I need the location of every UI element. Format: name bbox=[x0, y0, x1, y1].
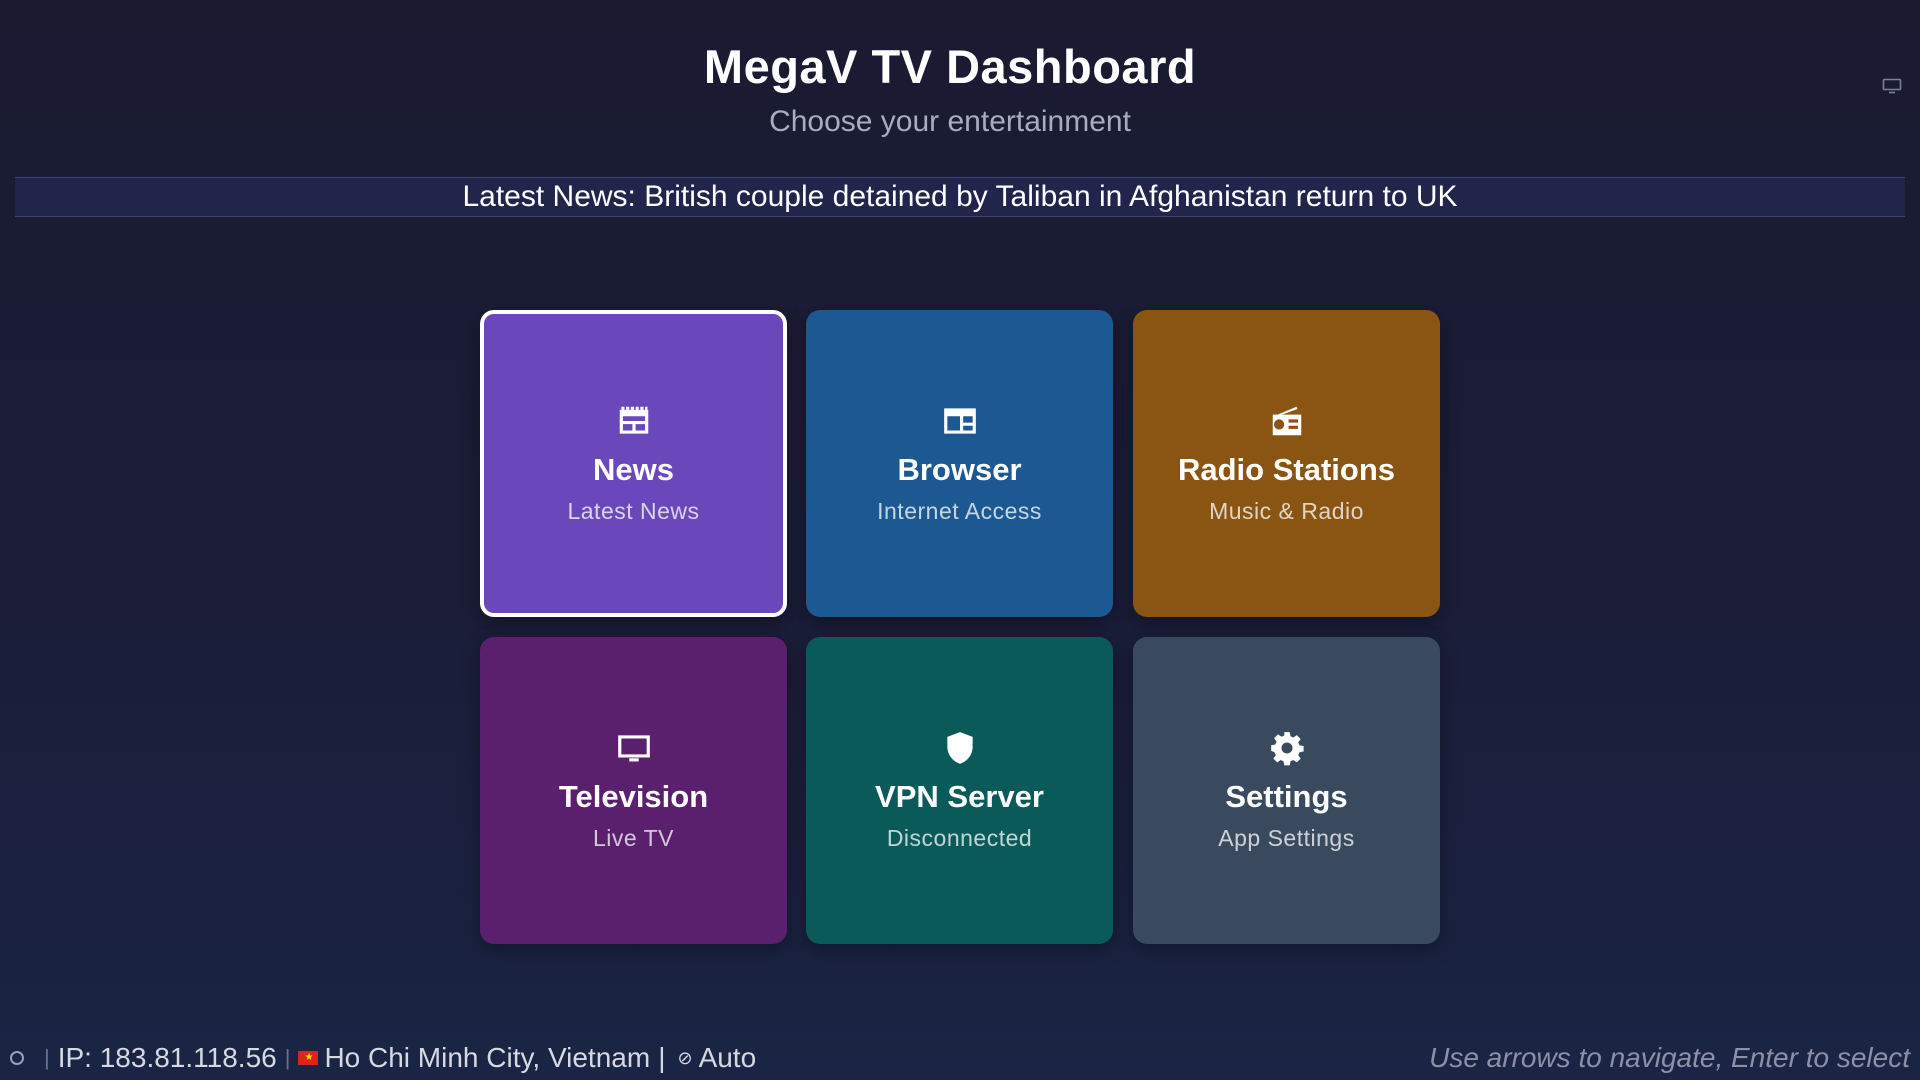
separator: | bbox=[658, 1042, 666, 1073]
gear-icon bbox=[1133, 729, 1440, 767]
page-subtitle: Choose your entertainment bbox=[769, 105, 1131, 138]
dashboard-page: MegaV TV Dashboard Choose your entertain… bbox=[0, 0, 1920, 1080]
browser-window-icon bbox=[806, 402, 1113, 440]
tile-subtitle: Music & Radio bbox=[1209, 498, 1364, 524]
tile-label: Television bbox=[558, 779, 709, 814]
page-title: MegaV TV Dashboard bbox=[703, 40, 1197, 93]
tile-label: Radio Stations bbox=[1177, 452, 1395, 487]
tile-television[interactable]: Television Live TV bbox=[480, 637, 787, 944]
status-bar: | IP: 183.81.118.56 | ★ Ho Chi Minh City… bbox=[10, 1040, 756, 1076]
display-icon[interactable] bbox=[1882, 78, 1902, 94]
tile-subtitle: Latest News bbox=[567, 498, 700, 524]
navigation-hint: Use arrows to navigate, Enter to select bbox=[1429, 1042, 1910, 1073]
tile-label: Settings bbox=[1225, 779, 1348, 814]
menu-grid: News Latest News Browser Internet Access… bbox=[480, 310, 1440, 944]
vpn-mode[interactable]: Auto bbox=[699, 1042, 757, 1074]
newspaper-icon bbox=[484, 402, 783, 440]
news-ticker-text: Latest News: British couple detained by … bbox=[462, 180, 1458, 213]
ip-address: IP: 183.81.118.56 bbox=[57, 1042, 277, 1073]
separator: | bbox=[44, 1045, 50, 1070]
tile-settings[interactable]: Settings App Settings bbox=[1133, 637, 1440, 944]
tile-subtitle: Internet Access bbox=[877, 498, 1042, 524]
radio-icon bbox=[1133, 402, 1440, 440]
tile-label: Browser bbox=[897, 452, 1022, 487]
tile-vpn-server[interactable]: VPN Server Disconnected bbox=[806, 637, 1113, 944]
tile-label: VPN Server bbox=[875, 779, 1044, 814]
tile-label: News bbox=[593, 452, 674, 487]
tile-news[interactable]: News Latest News bbox=[480, 310, 787, 617]
separator: | bbox=[284, 1045, 291, 1070]
location: Ho Chi Minh City, Vietnam bbox=[324, 1042, 651, 1073]
vietnam-flag-icon: ★ bbox=[298, 1051, 319, 1065]
vpn-status: Disconnected bbox=[886, 825, 1033, 851]
tile-radio-stations[interactable]: Radio Stations Music & Radio bbox=[1133, 310, 1440, 617]
tile-subtitle: App Settings bbox=[1218, 825, 1355, 851]
globe-icon: ⊘ bbox=[677, 1047, 693, 1068]
header: MegaV TV Dashboard Choose your entertain… bbox=[0, 38, 1900, 142]
news-ticker: Latest News: British couple detained by … bbox=[15, 177, 1905, 217]
tile-browser[interactable]: Browser Internet Access bbox=[806, 310, 1113, 617]
tv-icon bbox=[480, 729, 787, 767]
tile-subtitle: Live TV bbox=[592, 825, 675, 851]
shield-icon bbox=[806, 729, 1113, 767]
connection-indicator-icon bbox=[10, 1051, 24, 1065]
